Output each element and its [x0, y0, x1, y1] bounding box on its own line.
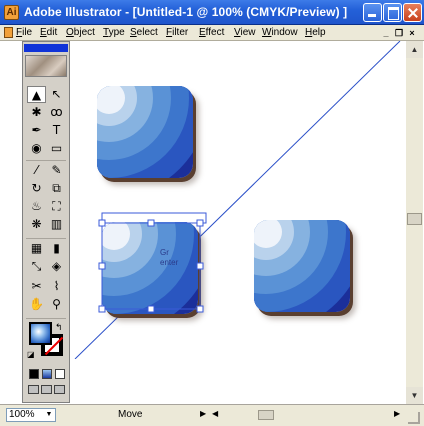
warp-tool-icon[interactable]: ♨ [27, 198, 46, 215]
menu-help[interactable]: Help [305, 27, 326, 38]
full-screen-mode-button[interactable] [54, 385, 65, 394]
status-menu-arrow-icon[interactable]: ▶ [200, 409, 206, 418]
direct-selection-tool-icon[interactable]: ↖ [47, 86, 66, 103]
scissors-tool-icon[interactable]: ✂ [27, 278, 46, 295]
eyedropper-tool-icon[interactable]: ⤡ [27, 258, 46, 275]
hand-tool-icon[interactable]: ✋ [27, 296, 46, 313]
zoom-dropdown-icon[interactable]: ▼ [44, 410, 54, 420]
scroll-up-button[interactable]: ▲ [406, 41, 423, 58]
title-bar: Ai Adobe Illustrator - [Untitled-1 @ 100… [0, 0, 424, 25]
status-text[interactable]: Move [118, 409, 142, 420]
paintbrush-tool-icon[interactable]: ⁄ [27, 162, 46, 179]
rectangle-tool-icon[interactable]: ▭ [47, 140, 66, 157]
mesh-tool-icon[interactable]: ▦ [27, 240, 46, 257]
selection-handle[interactable] [98, 219, 106, 227]
rotate-tool-icon[interactable]: ↻ [27, 180, 46, 197]
tool-divider [26, 160, 66, 161]
rounded-tile-1[interactable] [97, 86, 193, 178]
knife-tool-icon[interactable]: ⌇ [47, 278, 66, 295]
close-button[interactable] [403, 3, 422, 22]
pencil-tool-icon[interactable]: ✎ [47, 162, 66, 179]
menu-edit[interactable]: Edit [40, 27, 57, 38]
rounded-tile-3[interactable] [254, 220, 350, 312]
menu-select[interactable]: Select [130, 27, 158, 38]
menu-effect[interactable]: Effect [199, 27, 224, 38]
status-bar: 100% ▼ Move ▶ ◀ ▶ [0, 404, 424, 426]
smart-guide-label: Gr [160, 248, 169, 257]
document-icon[interactable] [4, 27, 13, 38]
selection-bounding-box[interactable]: Gr enter [96, 209, 212, 315]
fill-swatch[interactable] [29, 322, 52, 345]
selection-handle[interactable] [98, 305, 106, 313]
vertical-scrollbar[interactable]: ▲ ▼ [406, 41, 423, 404]
selection-handle[interactable] [98, 262, 106, 270]
scroll-right-button[interactable]: ▶ [394, 409, 400, 418]
tile-graphic [97, 86, 193, 178]
menu-object[interactable]: Object [66, 27, 95, 38]
menu-window[interactable]: Window [262, 27, 298, 38]
menu-file[interactable]: File [16, 27, 32, 38]
tools-palette: ▲ ↖ ✱ ꝏ ✒ T ◉ ▭ ⁄ ✎ ↻ ⧉ ♨ ⛶ ❋ ▥ ▦ ▮ ⤡ ◈ ✂ ⌇ ✋ ⚲ ↰ ◪ [22, 41, 70, 403]
smart-guide-label: enter [160, 258, 179, 267]
lasso-tool-icon[interactable]: ꝏ [47, 104, 66, 121]
maximize-button[interactable] [383, 3, 402, 22]
fill-stroke-selector: ↰ ◪ [27, 322, 65, 362]
gradient-mode-button[interactable] [42, 369, 52, 379]
window-title: Adobe Illustrator - [Untitled-1 @ 100% (… [24, 5, 348, 19]
selection-handle[interactable] [147, 305, 155, 313]
selection-handle[interactable] [196, 262, 204, 270]
full-screen-menu-mode-button[interactable] [41, 385, 52, 394]
column-graph-tool-icon[interactable]: ▥ [47, 216, 66, 233]
horizontal-scroll-thumb[interactable] [258, 410, 274, 420]
ellipse-tool-icon[interactable]: ◉ [27, 140, 46, 157]
menu-filter[interactable]: Filter [166, 27, 188, 38]
scroll-left-button[interactable]: ◀ [212, 409, 218, 418]
resize-grip[interactable] [408, 412, 420, 424]
document-minimize-button[interactable]: _ [381, 28, 391, 38]
blend-tool-icon[interactable]: ◈ [47, 258, 66, 275]
tool-divider [26, 238, 66, 239]
gradient-tool-icon[interactable]: ▮ [47, 240, 66, 257]
zoom-level-field[interactable]: 100% ▼ [6, 408, 56, 422]
selection-handle[interactable] [147, 219, 155, 227]
selection-tool-icon[interactable]: ▲ [27, 86, 46, 103]
default-fill-stroke-icon[interactable]: ◪ [27, 350, 35, 359]
color-mode-button[interactable] [29, 369, 39, 379]
illustrator-app-icon[interactable]: Ai [4, 5, 19, 20]
free-transform-tool-icon[interactable]: ⛶ [47, 198, 66, 215]
scroll-down-button[interactable]: ▼ [406, 387, 423, 404]
document-restore-button[interactable]: ❐ [394, 28, 404, 38]
type-tool-icon[interactable]: T [47, 122, 66, 139]
zoom-tool-icon[interactable]: ⚲ [47, 296, 66, 313]
document-close-button[interactable]: × [407, 28, 417, 38]
scale-tool-icon[interactable]: ⧉ [47, 180, 66, 197]
zoom-level-value: 100% [9, 409, 35, 420]
magic-wand-tool-icon[interactable]: ✱ [27, 104, 46, 121]
tool-divider [26, 318, 66, 319]
menu-view[interactable]: View [234, 27, 256, 38]
swap-fill-stroke-icon[interactable]: ↰ [55, 322, 63, 333]
adobe-logo-thumbnail[interactable] [25, 55, 67, 77]
selection-handle[interactable] [196, 219, 204, 227]
pen-tool-icon[interactable]: ✒ [27, 122, 46, 139]
tile-graphic [254, 220, 350, 312]
menu-bar: File Edit Object Type Select Filter Effe… [0, 25, 424, 41]
vertical-scroll-thumb[interactable] [407, 213, 422, 225]
none-mode-button[interactable] [55, 369, 65, 379]
menu-type[interactable]: Type [103, 27, 125, 38]
minimize-button[interactable] [363, 3, 382, 22]
selection-handle[interactable] [196, 305, 204, 313]
symbol-sprayer-tool-icon[interactable]: ❋ [27, 216, 46, 233]
tools-palette-title-bar[interactable] [24, 44, 68, 52]
standard-screen-mode-button[interactable] [28, 385, 39, 394]
